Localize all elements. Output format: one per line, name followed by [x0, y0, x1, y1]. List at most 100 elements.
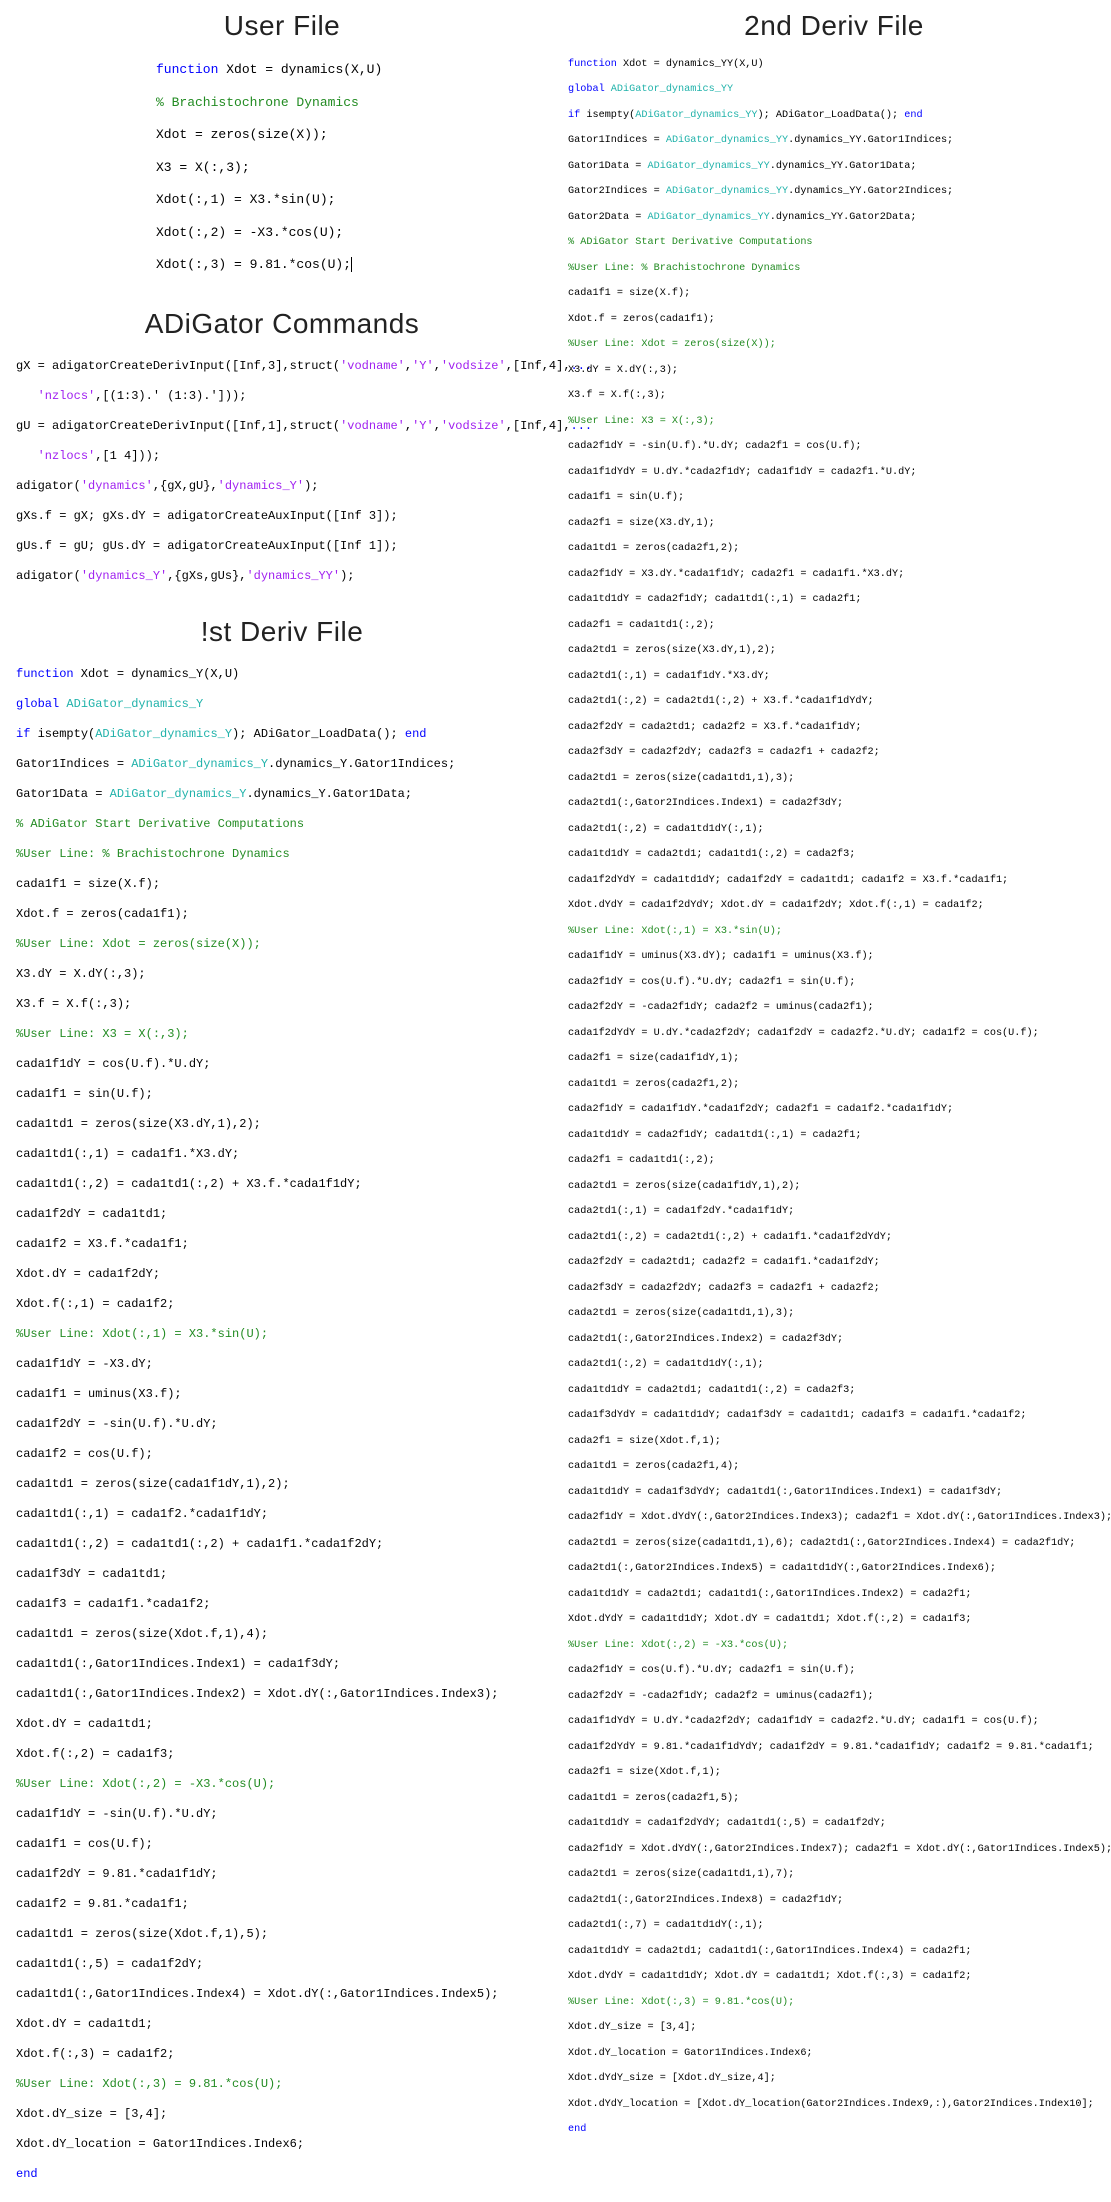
code-line: cada1td1dY = cada1f2dYdY; cada1td1(:,5) …	[568, 1818, 1104, 1831]
code-line: cada2td1(:,1) = cada1f1dY.*X3.dY;	[568, 671, 1104, 684]
code-text: ,	[405, 419, 412, 433]
first-deriv-file-title: !st Deriv File	[8, 616, 556, 648]
comment: %User Line: Xdot(:,1) = X3.*sin(U);	[16, 1327, 556, 1342]
code-text: isempty(	[30, 727, 95, 741]
code-line: cada2f1 = cada1td1(:,2);	[568, 620, 1104, 633]
string: 'Y'	[412, 359, 434, 373]
code-line: cada1td1(:,2) = cada1td1(:,2) + cada1f1.…	[16, 1537, 556, 1552]
code-line: cada2td1(:,Gator2Indices.Index5) = cada1…	[568, 1563, 1104, 1576]
code-line: cada2td1(:,2) = cada1td1dY(:,1);	[568, 1359, 1104, 1372]
code-line: cada1f1 = cos(U.f);	[16, 1837, 556, 1852]
code-line: cada2f1dY = -sin(U.f).*U.dY; cada2f1 = c…	[568, 441, 1104, 454]
comment: %User Line: Xdot = zeros(size(X));	[16, 937, 556, 952]
keyword: if	[568, 110, 580, 121]
code-text: ,[Inf,4],	[506, 419, 571, 433]
code-line: Xdot.f(:,2) = cada1f3;	[16, 1747, 556, 1762]
comment: %User Line: Xdot(:,1) = X3.*sin(U);	[568, 926, 1104, 939]
code-line: X3.f = X.f(:,3);	[568, 390, 1104, 403]
code-line: Xdot.dY_size = [3,4];	[16, 2107, 556, 2122]
code-line: Xdot.dY_location = Gator1Indices.Index6;	[568, 2048, 1104, 2061]
code-line: cada2td1(:,Gator2Indices.Index1) = cada2…	[568, 798, 1104, 811]
code-line: Xdot(:,2) = -X3.*cos(U);	[156, 225, 556, 241]
string: 'vodsize'	[441, 419, 506, 433]
user-file-code: function Xdot = dynamics(X,U) % Brachist…	[156, 46, 556, 306]
code-line: cada1td1(:,5) = cada1f2dY;	[16, 1957, 556, 1972]
comment: %User Line: X3 = X(:,3);	[16, 1027, 556, 1042]
code-text: .dynamics_YY.Gator1Data;	[770, 161, 917, 172]
code-line: cada2f1dY = cada1f1dY.*cada1f2dY; cada2f…	[568, 1104, 1104, 1117]
code-line: cada1td1 = zeros(cada2f1,2);	[568, 543, 1104, 556]
code-line: cada2td1 = zeros(size(cada1td1,1),3);	[568, 1308, 1104, 1321]
code-line: cada1f3dYdY = cada1td1dY; cada1f3dY = ca…	[568, 1410, 1104, 1423]
code-line: cada1f2dYdY = U.dY.*cada2f2dY; cada1f2dY…	[568, 1028, 1104, 1041]
code-line: Xdot.f = zeros(cada1f1);	[568, 314, 1104, 327]
code-line: cada1f1dY = cos(U.f).*U.dY;	[16, 1057, 556, 1072]
code-line: cada2td1(:,2) = cada1td1dY(:,1);	[568, 824, 1104, 837]
code-line: cada2td1 = zeros(size(cada1td1,1),7);	[568, 1869, 1104, 1882]
code-text: .dynamics_YY.Gator1Indices;	[788, 135, 953, 146]
code-line: Xdot.dY_size = [3,4];	[568, 2022, 1104, 2035]
code-line: cada1f2dY = 9.81.*cada1f1dY;	[16, 1867, 556, 1882]
code-text: ,[Inf,4],	[506, 359, 571, 373]
code-text: adigator(	[16, 479, 81, 493]
code-text: Gator2Indices =	[568, 186, 666, 197]
string: 'nzlocs'	[38, 449, 96, 463]
code-line: gUs.f = gU; gUs.dY = adigatorCreateAuxIn…	[16, 539, 556, 554]
code-text: Xdot = dynamics_YY(X,U)	[617, 59, 764, 70]
string: 'vodname'	[340, 419, 405, 433]
keyword: function	[16, 667, 74, 681]
code-line: cada2td1(:,Gator2Indices.Index8) = cada2…	[568, 1895, 1104, 1908]
code-text: Gator1Data =	[16, 787, 110, 801]
code-line: cada1td1(:,Gator1Indices.Index4) = Xdot.…	[16, 1987, 556, 2002]
code-text	[16, 389, 38, 403]
code-line: cada1td1dY = cada1f3dYdY; cada1td1(:,Gat…	[568, 1487, 1104, 1500]
code-line: cada2f1dY = Xdot.dYdY(:,Gator2Indices.In…	[568, 1512, 1104, 1525]
code-line: cada2td1(:,2) = cada2td1(:,2) + cada1f1.…	[568, 1232, 1104, 1245]
code-line: cada2f1dY = cos(U.f).*U.dY; cada2f1 = si…	[568, 977, 1104, 990]
code-text: ); ADiGator_LoadData();	[758, 110, 905, 121]
code-line: Xdot(:,1) = X3.*sin(U);	[156, 192, 556, 208]
code-line: Xdot.f(:,1) = cada1f2;	[16, 1297, 556, 1312]
code-line: cada1f3 = cada1f1.*cada1f2;	[16, 1597, 556, 1612]
comment: %User Line: Xdot(:,2) = -X3.*cos(U);	[16, 1777, 556, 1792]
code-line: cada1td1(:,Gator1Indices.Index1) = cada1…	[16, 1657, 556, 1672]
keyword: function	[568, 59, 617, 70]
comment: % ADiGator Start Derivative Computations	[568, 237, 1104, 250]
identifier: ADiGator_dynamics_Y	[95, 727, 232, 741]
code-line: cada2td1(:,2) = cada2td1(:,2) + X3.f.*ca…	[568, 696, 1104, 709]
code-line: cada1td1dY = cada2td1; cada1td1(:,2) = c…	[568, 849, 1104, 862]
comment: %User Line: % Brachistochrone Dynamics	[568, 263, 1104, 276]
code-line: gXs.f = gX; gXs.dY = adigatorCreateAuxIn…	[16, 509, 556, 524]
code-line: cada1td1(:,2) = cada1td1(:,2) + X3.f.*ca…	[16, 1177, 556, 1192]
keyword: end	[16, 2167, 556, 2182]
code-text: Gator1Indices =	[568, 135, 666, 146]
code-line: cada1td1(:,Gator1Indices.Index2) = Xdot.…	[16, 1687, 556, 1702]
comment: %User Line: X3 = X(:,3);	[568, 416, 1104, 429]
code-line: cada2f2dY = cada2td1; cada2f2 = cada1f1.…	[568, 1257, 1104, 1270]
code-line: cada2f3dY = cada2f2dY; cada2f3 = cada2f1…	[568, 1283, 1104, 1296]
first-deriv-file-code: function Xdot = dynamics_Y(X,U) global A…	[16, 652, 556, 2202]
text-cursor	[351, 257, 352, 272]
code-line: cada1f1 = sin(U.f);	[16, 1087, 556, 1102]
identifier: ADiGator_dynamics_Y	[66, 697, 203, 711]
code-text: ,[(1:3).' (1:3).']));	[95, 389, 246, 403]
code-line: cada1f1dYdY = U.dY.*cada2f2dY; cada1f1dY…	[568, 1716, 1104, 1729]
code-line: cada2f1 = size(X3.dY,1);	[568, 518, 1104, 531]
keyword: function	[156, 62, 218, 77]
code-line: cada1td1 = zeros(size(Xdot.f,1),5);	[16, 1927, 556, 1942]
code-line: cada2td1 = zeros(size(cada1f1dY,1),2);	[568, 1181, 1104, 1194]
string: 'dynamics_YY'	[246, 569, 340, 583]
comment: % Brachistochrone Dynamics	[156, 95, 359, 110]
string: 'dynamics_Y'	[218, 479, 304, 493]
code-line: Xdot.dY_location = Gator1Indices.Index6;	[16, 2137, 556, 2152]
code-line: cada2f2dY = cada2td1; cada2f2 = X3.f.*ca…	[568, 722, 1104, 735]
identifier: ADiGator_dynamics_Y	[131, 757, 268, 771]
code-line: X3.f = X.f(:,3);	[16, 997, 556, 1012]
code-line: cada1td1dY = cada2td1; cada1td1(:,2) = c…	[568, 1385, 1104, 1398]
code-line: cada2f2dY = -cada2f1dY; cada2f2 = uminus…	[568, 1691, 1104, 1704]
code-line: X3 = X(:,3);	[156, 160, 556, 176]
identifier: ADiGator_dynamics_YY	[635, 110, 757, 121]
code-text: ); ADiGator_LoadData();	[232, 727, 405, 741]
code-line: Xdot.f(:,3) = cada1f2;	[16, 2047, 556, 2062]
code-text: Gator2Data =	[568, 212, 647, 223]
